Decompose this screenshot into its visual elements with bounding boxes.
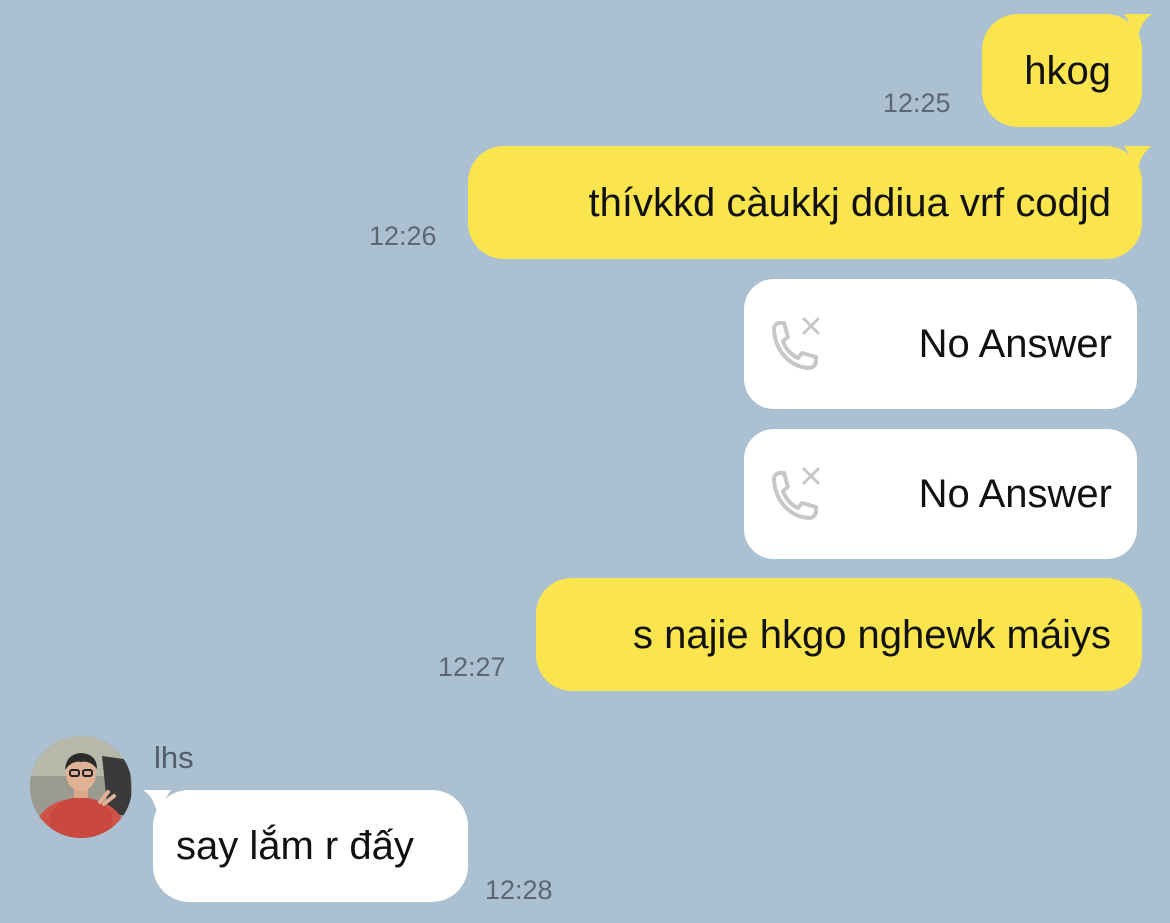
call-status-label: No Answer [918, 322, 1112, 366]
profile-photo [30, 736, 132, 838]
bubble-tail [1124, 146, 1152, 168]
missed-call-icon [772, 467, 820, 520]
incoming-message[interactable]: say lắm r đấy [143, 790, 468, 902]
call-status-label: No Answer [918, 472, 1112, 516]
bubble-tail [143, 790, 171, 812]
message-time: 12:26 [369, 221, 437, 251]
missed-call-bubble[interactable]: No Answer [744, 279, 1137, 409]
missed-call-bubble[interactable]: No Answer [744, 429, 1137, 559]
message-text: say lắm r đấy [176, 824, 414, 868]
message-time: 12:25 [883, 88, 951, 118]
sender-name: lhs [154, 740, 194, 775]
outgoing-message[interactable]: hkog [982, 14, 1152, 127]
message-time: 12:28 [485, 875, 553, 905]
bubble-tail [1124, 14, 1152, 36]
message-time: 12:27 [438, 652, 506, 682]
message-text: thívkkd càukkj ddiua vrf codjd [588, 180, 1111, 225]
message-text: s najie hkgo nghewk máiys [632, 612, 1111, 657]
outgoing-message[interactable]: s najie hkgo nghewk máiys [536, 578, 1142, 691]
avatar[interactable] [30, 736, 132, 838]
missed-call-icon [772, 317, 820, 370]
outgoing-message[interactable]: thívkkd càukkj ddiua vrf codjd [468, 146, 1152, 259]
message-text: hkog [1024, 48, 1111, 93]
